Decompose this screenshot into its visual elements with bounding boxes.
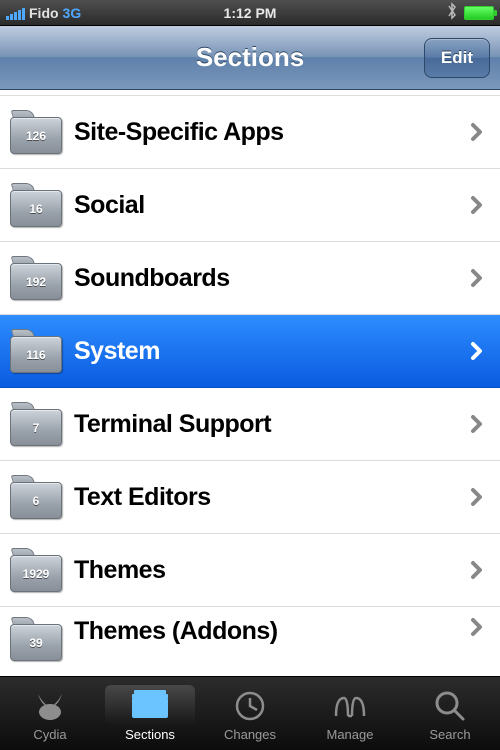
section-count: 116 bbox=[26, 348, 45, 362]
manage-icon bbox=[330, 685, 370, 725]
folder-icon: 192 bbox=[10, 256, 62, 300]
tab-sections[interactable]: Sections bbox=[100, 677, 200, 750]
folder-icon: 126 bbox=[10, 110, 62, 154]
section-row[interactable]: 6 Text Editors bbox=[0, 461, 500, 534]
edit-button[interactable]: Edit bbox=[424, 38, 490, 78]
section-label: Social bbox=[74, 191, 468, 220]
tab-label: Changes bbox=[224, 727, 276, 742]
section-row[interactable]: 1929 Themes bbox=[0, 534, 500, 607]
folder-icon: 116 bbox=[10, 329, 62, 373]
tab-label: Search bbox=[429, 727, 470, 742]
clock-label: 1:12 PM bbox=[224, 5, 277, 21]
chevron-right-icon bbox=[468, 487, 486, 507]
edit-button-label: Edit bbox=[441, 48, 473, 68]
tab-cydia[interactable]: Cydia bbox=[0, 677, 100, 750]
section-label: Themes (Addons) bbox=[74, 617, 468, 646]
section-count: 16 bbox=[29, 202, 42, 216]
folder-icon: 16 bbox=[10, 183, 62, 227]
folder-icon: 7 bbox=[10, 402, 62, 446]
section-count: 1929 bbox=[23, 567, 50, 581]
section-label: Site-Specific Apps bbox=[74, 118, 468, 147]
tab-search[interactable]: Search bbox=[400, 677, 500, 750]
sections-list[interactable]: 126 Site-Specific Apps 16 Social 192 Soundboa… bbox=[0, 90, 500, 676]
section-label: Soundboards bbox=[74, 264, 468, 293]
tab-label: Cydia bbox=[33, 727, 66, 742]
chevron-right-icon bbox=[468, 560, 486, 580]
search-icon bbox=[432, 685, 468, 725]
nav-bar: Sections Edit bbox=[0, 26, 500, 90]
folder-icon: 39 bbox=[10, 617, 62, 661]
signal-bars-icon bbox=[6, 6, 25, 20]
tab-manage[interactable]: Manage bbox=[300, 677, 400, 750]
section-row[interactable]: 16 Social bbox=[0, 169, 500, 242]
section-count: 39 bbox=[29, 636, 42, 650]
section-count: 192 bbox=[26, 275, 46, 289]
cydia-icon bbox=[30, 685, 70, 725]
section-row[interactable]: 7 Terminal Support bbox=[0, 388, 500, 461]
folder-icon: 6 bbox=[10, 475, 62, 519]
battery-icon bbox=[464, 6, 494, 20]
folder-icon: 1929 bbox=[10, 548, 62, 592]
section-label: Text Editors bbox=[74, 483, 468, 512]
chevron-right-icon bbox=[468, 617, 486, 637]
section-row[interactable]: 192 Soundboards bbox=[0, 242, 500, 315]
status-bar: Fido 3G 1:12 PM bbox=[0, 0, 500, 26]
tab-label: Sections bbox=[125, 727, 175, 742]
chevron-right-icon bbox=[468, 341, 486, 361]
chevron-right-icon bbox=[468, 195, 486, 215]
page-title: Sections bbox=[196, 42, 304, 73]
tab-changes[interactable]: Changes bbox=[200, 677, 300, 750]
carrier-label: Fido bbox=[29, 5, 59, 21]
sections-icon bbox=[105, 685, 195, 725]
bluetooth-icon bbox=[446, 2, 458, 24]
section-row[interactable]: 116 System bbox=[0, 315, 500, 388]
network-label: 3G bbox=[63, 5, 82, 21]
chevron-right-icon bbox=[468, 122, 486, 142]
section-count: 126 bbox=[26, 129, 46, 143]
tab-label: Manage bbox=[327, 727, 374, 742]
section-count: 7 bbox=[33, 421, 40, 435]
section-count: 6 bbox=[33, 494, 40, 508]
section-label: System bbox=[74, 337, 468, 366]
section-row[interactable]: 126 Site-Specific Apps bbox=[0, 96, 500, 169]
section-row[interactable]: 39 Themes (Addons) bbox=[0, 607, 500, 664]
changes-icon bbox=[232, 685, 268, 725]
section-label: Terminal Support bbox=[74, 410, 468, 439]
chevron-right-icon bbox=[468, 268, 486, 288]
chevron-right-icon bbox=[468, 414, 486, 434]
tab-bar: Cydia Sections Changes Manage Search bbox=[0, 676, 500, 750]
section-label: Themes bbox=[74, 556, 468, 585]
